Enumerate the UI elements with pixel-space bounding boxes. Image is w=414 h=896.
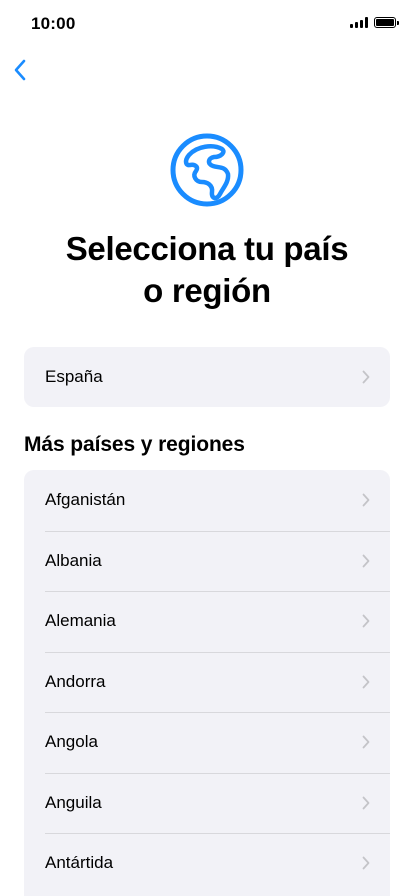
country-row-afganistan[interactable]: Afganistán [24, 470, 390, 531]
country-row-anguila[interactable]: Anguila [24, 772, 390, 834]
screen: 10:00 Selecciona tu país o región España… [0, 0, 414, 896]
country-row-espana[interactable]: España [24, 347, 390, 407]
chevron-right-icon [362, 735, 370, 749]
page-title-line-1: Selecciona tu país [65, 230, 349, 267]
battery-icon [374, 17, 399, 28]
chevron-right-icon [362, 370, 370, 384]
country-list: Afganistán Albania Alemania Andorra Ango… [24, 470, 390, 896]
chevron-right-icon [362, 675, 370, 689]
country-label: España [45, 367, 103, 386]
chevron-left-icon [14, 59, 26, 81]
chevron-right-icon [362, 796, 370, 810]
country-label: Albania [45, 550, 102, 570]
country-label: Angola [45, 732, 98, 752]
section-header: Más países y regiones [24, 433, 245, 456]
globe-icon [170, 133, 244, 207]
status-time: 10:00 [31, 14, 76, 33]
chevron-right-icon [362, 493, 370, 507]
page-title: Selecciona tu país o región [0, 228, 414, 312]
country-label: Antártida [45, 853, 114, 873]
country-row-antartida[interactable]: Antártida [24, 833, 390, 894]
chevron-right-icon [362, 856, 370, 870]
country-row-alemania[interactable]: Alemania [24, 591, 390, 652]
country-label: Andorra [45, 671, 106, 691]
status-bar: 10:00 [0, 0, 414, 48]
page-title-line-2: o región [143, 272, 271, 309]
back-button[interactable] [8, 56, 32, 84]
status-indicators [350, 17, 399, 28]
country-row-albania[interactable]: Albania [24, 530, 390, 592]
chevron-right-icon [362, 614, 370, 628]
signal-icon [350, 17, 368, 28]
chevron-right-icon [362, 554, 370, 568]
country-label: Afganistán [45, 490, 126, 510]
country-row-angola[interactable]: Angola [24, 712, 390, 773]
country-label: Anguila [45, 792, 102, 812]
country-label: Alemania [45, 611, 116, 631]
featured-country-card: España [24, 347, 390, 407]
country-row-andorra[interactable]: Andorra [24, 651, 390, 713]
